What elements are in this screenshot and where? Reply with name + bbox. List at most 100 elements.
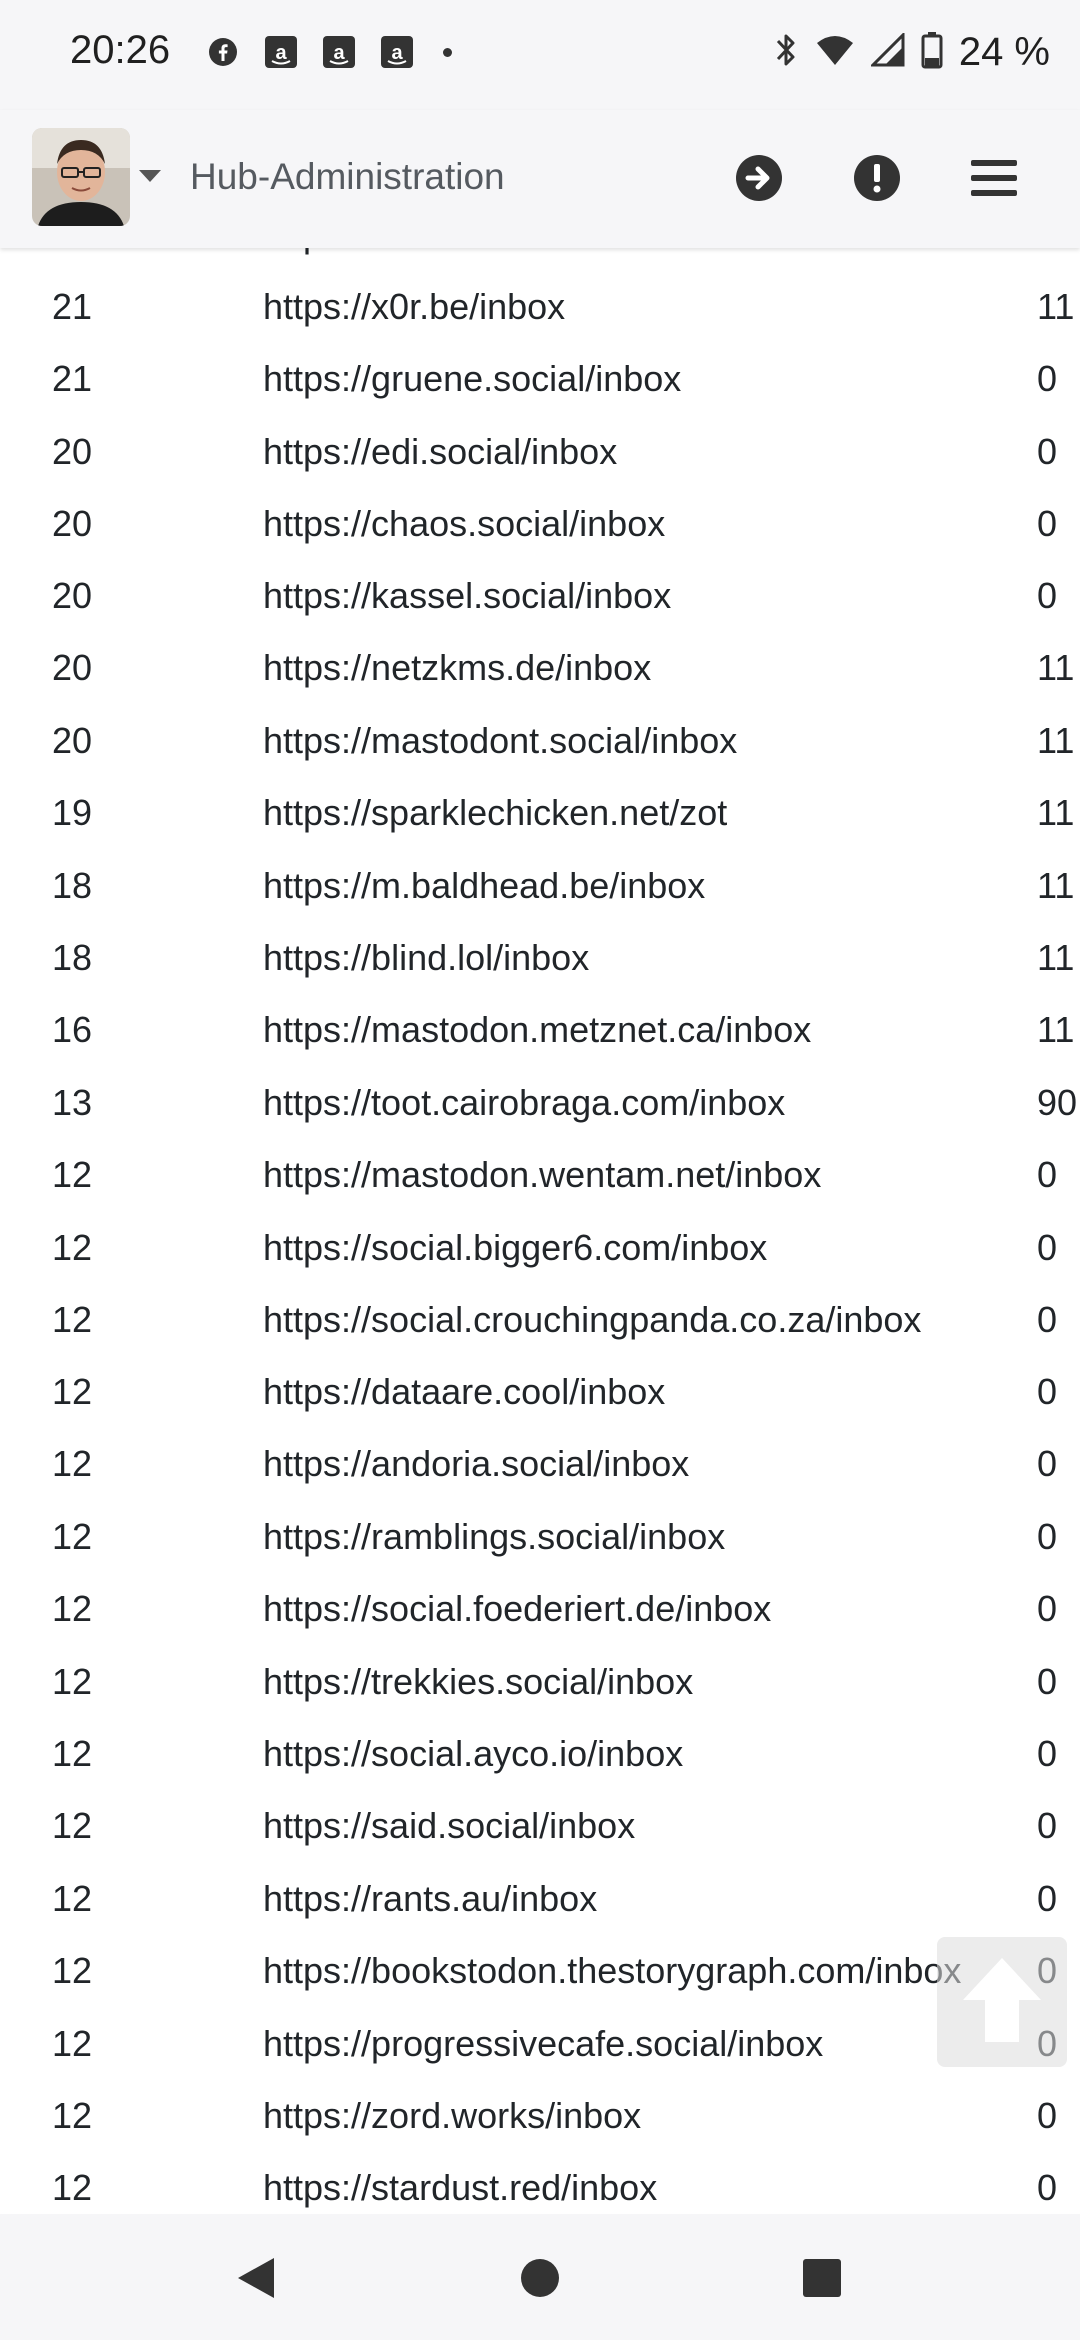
row-url[interactable]: https://m.baldhead.be/inbox	[263, 865, 705, 907]
table-row: 13 https://toot.cairobraga.com/inbox 90	[0, 1066, 1080, 1138]
table-row: 20 https://netzkms.de/inbox 11	[0, 631, 1080, 703]
row-count: 20	[52, 647, 93, 688]
row-url[interactable]: https://x0r.be/inbox	[263, 286, 565, 328]
recents-icon[interactable]	[794, 2250, 850, 2306]
row-count: 12	[52, 2167, 93, 2208]
amazon-app-icon: a	[321, 34, 357, 70]
row-url[interactable]: https://bookstodon.thestorygraph.com/inb…	[263, 1950, 961, 1992]
row-count: 12	[52, 1878, 93, 1919]
row-url[interactable]: https://progressivecafe.social/inbox	[263, 2023, 823, 2065]
row-value: 11	[1037, 286, 1075, 327]
row-url[interactable]: https://said.social/inbox	[263, 1805, 635, 1847]
row-count: 12	[52, 1950, 93, 1991]
scroll-to-top-button[interactable]	[937, 1937, 1067, 2067]
row-url[interactable]: https://trekkies.social/inbox	[263, 1661, 693, 1703]
table-row: 12 https://zord.works/inbox 0	[0, 2079, 1080, 2151]
row-value: 0	[1037, 2167, 1058, 2208]
row-url[interactable]: https://social.ayco.io/inbox	[263, 1733, 683, 1775]
status-time: 20:26	[70, 28, 171, 72]
table-row: 12 https://ramblings.social/inbox 0	[0, 1500, 1080, 1572]
row-value: 11	[1037, 937, 1075, 978]
amazon-app-icon: a	[379, 34, 415, 70]
hamburger-menu-icon[interactable]	[966, 150, 1022, 206]
svg-text:a: a	[391, 42, 403, 64]
row-url[interactable]: https://blind.lol/inbox	[263, 937, 589, 979]
row-url[interactable]: https://mastodon.wentam.net/inbox	[263, 1154, 821, 1196]
row-count: 16	[52, 1009, 93, 1050]
svg-text:a: a	[275, 42, 287, 64]
status-right: 24 %	[773, 30, 1050, 75]
facebook-icon	[205, 34, 241, 70]
row-url[interactable]: https://dataare.cool/inbox	[263, 1371, 665, 1413]
row-value: 11	[1037, 248, 1074, 256]
table-row: 20 https://edi.social/inbox 0	[0, 415, 1080, 487]
row-url[interactable]: https://sparklechicken.net/zot	[263, 792, 727, 834]
table-row: 20 https://mastodont.social/inbox 11	[0, 704, 1080, 776]
row-count: 20	[52, 720, 93, 761]
row-url[interactable]: https://mastodont.social/inbox	[263, 720, 737, 762]
wifi-icon	[815, 33, 855, 72]
row-count: 12	[52, 1443, 93, 1484]
table-row: 12 https://social.crouchingpanda.co.za/i…	[0, 1283, 1080, 1355]
row-value: 11	[1037, 647, 1075, 688]
row-url[interactable]: https://zord.works/inbox	[263, 2095, 641, 2137]
row-value: 0	[1037, 1154, 1058, 1195]
row-url[interactable]: https://edi.social/inbox	[263, 431, 617, 473]
row-url[interactable]: https://chaos.social/inbox	[263, 503, 665, 545]
table-row: 20 https://chaos.social/inbox 0	[0, 487, 1080, 559]
avatar[interactable]	[32, 128, 130, 226]
table-row: 20 https://kassel.social/inbox 0	[0, 559, 1080, 631]
row-count: 21	[52, 358, 93, 399]
row-url[interactable]: https://kassel.social/inbox	[263, 575, 671, 617]
table-row: 12 https://social.foederiert.de/inbox 0	[0, 1572, 1080, 1644]
bluetooth-icon	[773, 31, 799, 74]
row-url[interactable]: https://mstdn.social/inbox	[263, 248, 667, 256]
table-row: 12 https://said.social/inbox 0	[0, 1789, 1080, 1861]
row-url[interactable]: https://social.crouchingpanda.co.za/inbo…	[263, 1299, 921, 1341]
row-url[interactable]: https://ramblings.social/inbox	[263, 1516, 725, 1558]
row-count: 19	[52, 792, 93, 833]
row-url[interactable]: https://stardust.red/inbox	[263, 2167, 657, 2209]
table-row: 16 https://mastodon.metznet.ca/inbox 11	[0, 993, 1080, 1065]
status-bar: 20:26 a a a 24 %	[0, 0, 1080, 110]
row-value: 0	[1037, 1878, 1058, 1919]
row-url[interactable]: https://netzkms.de/inbox	[263, 647, 651, 689]
notification-icons: a a a	[205, 34, 452, 70]
home-icon[interactable]	[512, 2250, 568, 2306]
row-url[interactable]: https://toot.cairobraga.com/inbox	[263, 1082, 785, 1124]
table-row: 19 https://sparklechicken.net/zot 11	[0, 776, 1080, 848]
row-url[interactable]: https://mastodon.metznet.ca/inbox	[263, 1009, 811, 1051]
back-icon[interactable]	[228, 2250, 284, 2306]
amazon-app-icon: a	[263, 34, 299, 70]
row-value: 11	[1037, 720, 1075, 761]
table-row: 12 https://mastodon.wentam.net/inbox 0	[0, 1138, 1080, 1210]
svg-text:a: a	[333, 42, 345, 64]
row-value: 0	[1037, 1371, 1058, 1412]
row-url[interactable]: https://social.foederiert.de/inbox	[263, 1588, 771, 1630]
row-value: 0	[1037, 1733, 1058, 1774]
row-count: 20	[52, 503, 93, 544]
row-count: 12	[52, 2023, 93, 2064]
page-title: Hub-Administration	[190, 156, 505, 197]
chevron-down-icon[interactable]	[138, 168, 162, 189]
table-row: 21 https://x0r.be/inbox 11	[0, 270, 1080, 342]
row-value: 0	[1037, 1661, 1058, 1702]
row-count: 18	[52, 937, 93, 978]
row-value: 11	[1037, 865, 1075, 906]
table-row: 12 https://stardust.red/inbox 0	[0, 2151, 1080, 2214]
hub-stats-table: 22 https://mstdn.social/inbox 11 21 http…	[0, 248, 1080, 2214]
row-count: 12	[52, 1588, 93, 1629]
row-url[interactable]: https://andoria.social/inbox	[263, 1443, 689, 1485]
arrow-right-circle-icon[interactable]	[731, 150, 787, 206]
row-count: 12	[52, 1661, 93, 1702]
battery-icon	[921, 31, 943, 74]
row-url[interactable]: https://social.bigger6.com/inbox	[263, 1227, 767, 1269]
alert-circle-icon[interactable]	[849, 150, 905, 206]
row-value: 0	[1037, 1516, 1058, 1557]
row-url[interactable]: https://rants.au/inbox	[263, 1878, 597, 1920]
row-value: 11	[1037, 792, 1075, 833]
row-value: 0	[1037, 503, 1058, 544]
table-row: 12 https://trekkies.social/inbox 0	[0, 1645, 1080, 1717]
row-url[interactable]: https://gruene.social/inbox	[263, 358, 681, 400]
row-count: 12	[52, 1154, 93, 1195]
